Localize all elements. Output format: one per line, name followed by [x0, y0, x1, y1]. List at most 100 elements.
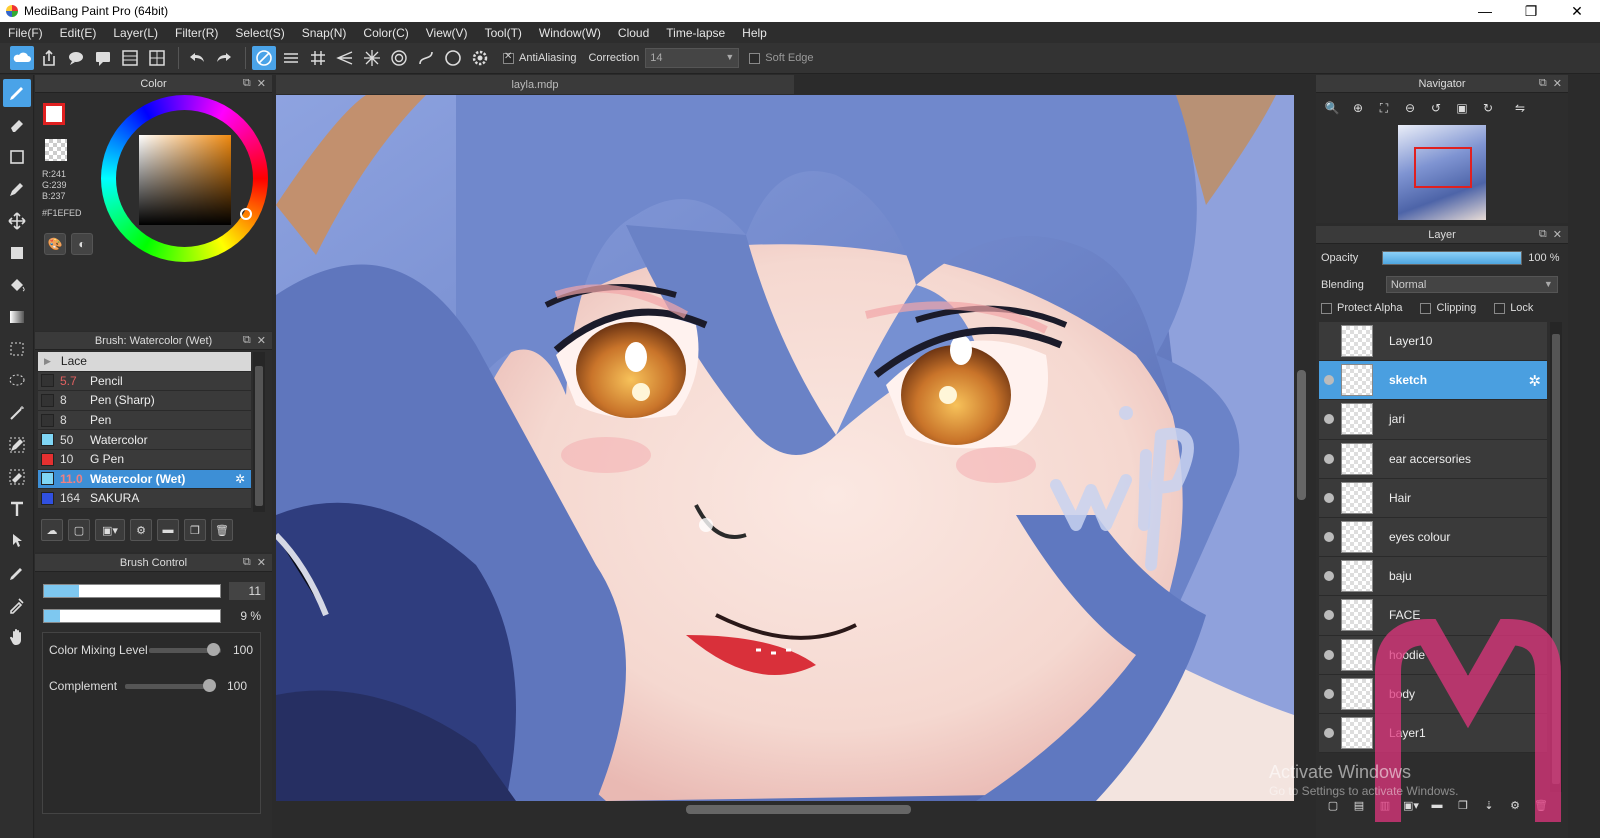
select-pen-tool-icon[interactable] [3, 431, 31, 459]
zoom-out-icon[interactable]: ⊖ [1398, 97, 1422, 119]
gradient-tool-icon[interactable] [3, 303, 31, 331]
drawing-canvas[interactable] [276, 95, 1294, 801]
canvas-vertical-scrollbar[interactable] [1295, 95, 1308, 801]
brush-opacity-slider[interactable] [43, 609, 221, 623]
minimize-button[interactable]: — [1462, 0, 1508, 22]
export-icon[interactable] [37, 46, 61, 70]
cloud-save-icon[interactable] [10, 46, 34, 70]
undock-icon[interactable]: ⧉ [1539, 77, 1547, 90]
text-tool-icon[interactable] [3, 495, 31, 523]
eraser-tool-icon[interactable] [3, 111, 31, 139]
blending-select[interactable]: Normal ▼ [1385, 276, 1558, 293]
gear-icon[interactable]: ✲ [235, 472, 245, 486]
layer-opacity-slider[interactable] [1382, 251, 1523, 265]
brush-list-scrollbar[interactable] [253, 352, 265, 512]
visibility-eye-icon[interactable] [1324, 375, 1334, 386]
menu-view[interactable]: View(V) [426, 26, 468, 40]
circle-snap-icon[interactable] [441, 46, 465, 70]
layer-row[interactable]: Hair [1319, 478, 1547, 518]
layer-row[interactable]: jari [1319, 400, 1547, 440]
visibility-eye-icon[interactable] [1324, 453, 1334, 464]
menu-cloud[interactable]: Cloud [618, 26, 649, 40]
flip-horizontal-icon[interactable]: ⇋ [1508, 97, 1532, 119]
visibility-eye-icon[interactable] [1324, 610, 1334, 621]
visibility-eye-icon[interactable] [1324, 571, 1334, 582]
brush-folder-icon[interactable]: ▬ [157, 519, 179, 541]
menu-filter[interactable]: Filter(R) [175, 26, 218, 40]
grid-snap-icon[interactable] [306, 46, 330, 70]
select-tool-icon[interactable] [3, 335, 31, 363]
visibility-eye-icon[interactable] [1324, 492, 1334, 503]
magic-wand-tool-icon[interactable] [3, 399, 31, 427]
menu-snap[interactable]: Snap(N) [302, 26, 347, 40]
rectangle-tool-icon[interactable] [3, 143, 31, 171]
radial-snap-icon[interactable] [360, 46, 384, 70]
close-icon[interactable]: ✕ [257, 77, 266, 90]
speech-bubble-icon[interactable] [64, 46, 88, 70]
perspective-snap-icon[interactable] [333, 46, 357, 70]
layer-row[interactable]: sketch ✲ [1319, 361, 1547, 401]
undo-icon[interactable] [185, 46, 209, 70]
saturation-value-square[interactable] [139, 135, 231, 225]
snap-off-icon[interactable] [252, 46, 276, 70]
layer-row[interactable]: hoodie [1319, 635, 1547, 675]
zoom-in-icon[interactable]: ⊕ [1346, 97, 1370, 119]
eyedropper-tool-icon[interactable] [3, 591, 31, 619]
close-icon[interactable]: ✕ [1553, 77, 1562, 90]
hand-tool-icon[interactable] [3, 623, 31, 651]
menu-file[interactable]: File(F) [8, 26, 43, 40]
visibility-eye-icon[interactable] [1324, 414, 1334, 425]
brush-size-value[interactable]: 11 [229, 582, 265, 600]
layer-settings-icon[interactable]: ⚙ [1504, 794, 1526, 816]
bucket-tool-icon[interactable] [3, 271, 31, 299]
navigator-thumbnail[interactable] [1398, 125, 1486, 220]
close-icon[interactable]: ✕ [1553, 228, 1562, 241]
brush-tool-icon[interactable] [3, 79, 31, 107]
actual-size-icon[interactable]: ▣ [1450, 97, 1474, 119]
delete-layer-icon[interactable]: 🗑 [1530, 794, 1552, 816]
transparent-color-swatch[interactable] [45, 139, 67, 161]
operation-tool-icon[interactable] [3, 527, 31, 555]
palette-icon[interactable]: 🎨 [44, 233, 66, 255]
slider-knob[interactable] [203, 678, 216, 692]
undock-icon[interactable]: ⧉ [243, 334, 251, 347]
parallel-snap-icon[interactable] [279, 46, 303, 70]
snap-settings-gear-icon[interactable] [468, 46, 492, 70]
redo-icon[interactable] [212, 46, 236, 70]
undock-icon[interactable]: ⧉ [243, 556, 251, 569]
canvas-horizontal-scrollbar[interactable] [276, 802, 1294, 817]
brush-item[interactable]: 164 SAKURA [38, 489, 251, 509]
clipping-checkbox[interactable]: Clipping [1420, 302, 1476, 314]
dot-pen-tool-icon[interactable] [3, 175, 31, 203]
add-brush-menu-icon[interactable]: ▣▾ [95, 519, 125, 541]
rotate-right-icon[interactable]: ↻ [1476, 97, 1500, 119]
brush-item[interactable]: 50 Watercolor [38, 430, 251, 450]
fill-rectangle-tool-icon[interactable] [3, 239, 31, 267]
layer-row[interactable]: ear accersories [1319, 439, 1547, 479]
gear-icon[interactable]: ✲ [1528, 372, 1541, 390]
cloud-brush-icon[interactable]: ☁ [41, 519, 63, 541]
close-icon[interactable]: ✕ [257, 334, 266, 347]
layer-row[interactable]: FACE [1319, 596, 1547, 636]
layer-row[interactable]: Layer10 [1319, 322, 1547, 362]
hue-knob[interactable] [240, 208, 252, 220]
brush-item[interactable]: 10 G Pen [38, 449, 251, 470]
visibility-eye-icon[interactable] [1324, 688, 1334, 699]
lasso-tool-icon[interactable] [3, 367, 31, 395]
menu-edit[interactable]: Edit(E) [60, 26, 97, 40]
foreground-color-swatch[interactable] [43, 103, 65, 125]
fit-screen-icon[interactable]: ⛶ [1372, 97, 1396, 119]
concentric-snap-icon[interactable] [387, 46, 411, 70]
slider-knob[interactable] [207, 642, 220, 656]
layer-row[interactable]: Layer1 [1319, 713, 1547, 754]
brush-item[interactable]: 8 Pen (Sharp) [38, 391, 251, 411]
rotate-left-icon[interactable]: ↺ [1424, 97, 1448, 119]
menu-color[interactable]: Color(C) [363, 26, 408, 40]
menu-help[interactable]: Help [742, 26, 767, 40]
menu-select[interactable]: Select(S) [235, 26, 284, 40]
soft-edge-checkbox[interactable]: Soft Edge [749, 52, 814, 64]
visibility-eye-icon[interactable] [1324, 532, 1334, 543]
visibility-eye-icon[interactable] [1324, 336, 1334, 346]
layer-list-scrollbar[interactable] [1550, 322, 1562, 792]
palette-add-icon[interactable]: ◐ [71, 233, 93, 255]
